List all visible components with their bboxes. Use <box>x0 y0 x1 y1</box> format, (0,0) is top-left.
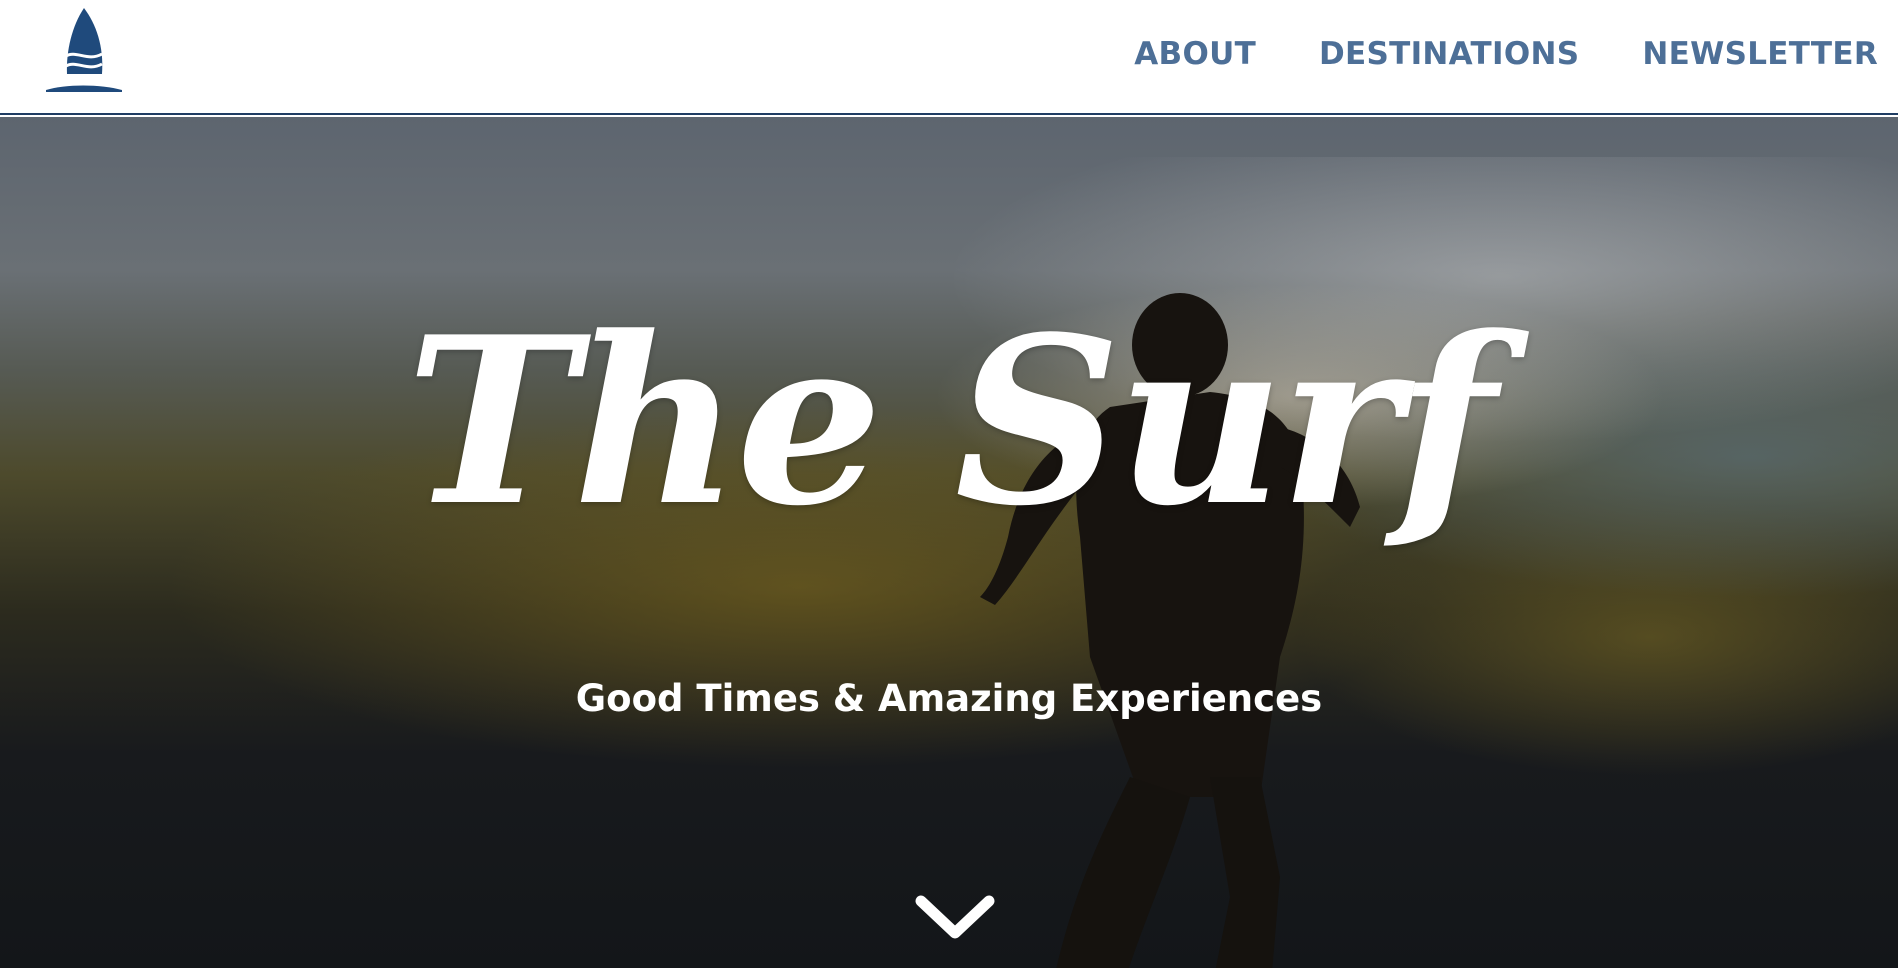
hero-subtitle: Good Times & Amazing Experiences <box>575 677 1323 720</box>
sailboat-logo-icon[interactable] <box>44 6 124 96</box>
main-nav: ABOUT DESTINATIONS NEWSLETTER <box>1071 36 1878 72</box>
nav-newsletter-link[interactable]: NEWSLETTER <box>1642 36 1878 72</box>
hero-title: The Surf <box>405 287 1496 557</box>
hero-section: The Surf Good Times & Amazing Experience… <box>0 117 1898 968</box>
chevron-down-icon[interactable] <box>915 887 995 947</box>
site-header: ABOUT DESTINATIONS NEWSLETTER <box>0 0 1898 115</box>
nav-destinations-link[interactable]: DESTINATIONS <box>1319 36 1579 72</box>
nav-about-link[interactable]: ABOUT <box>1134 36 1256 72</box>
